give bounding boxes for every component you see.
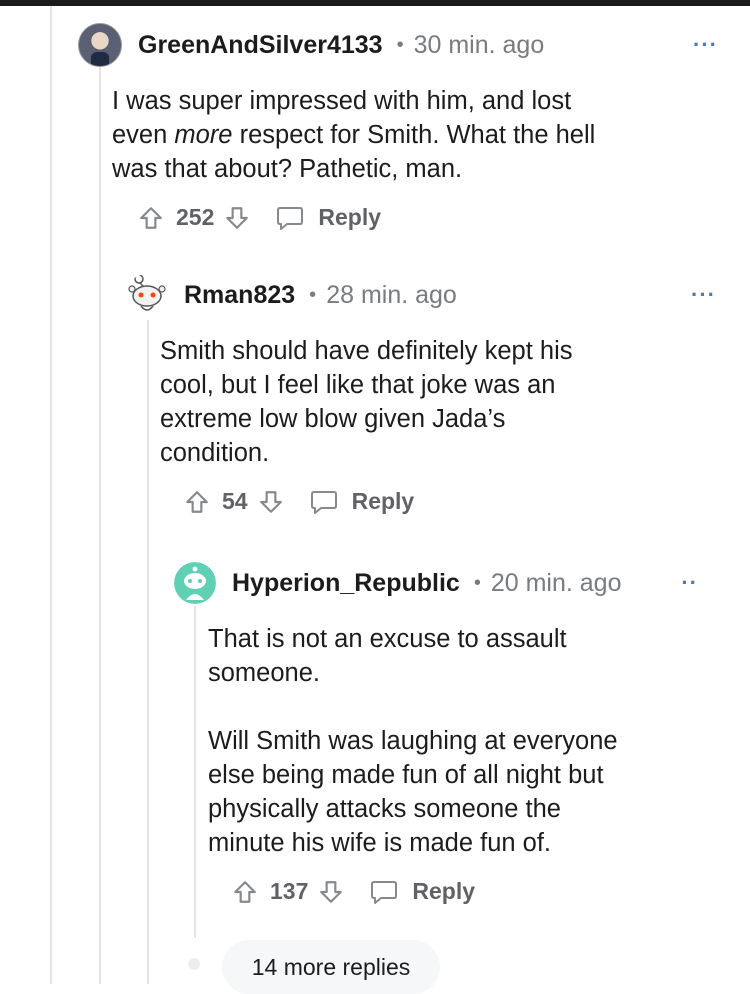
comment-body: Smith should have definitely kept his co… — [160, 337, 573, 467]
reply-label: Reply — [351, 488, 415, 514]
downvote-icon[interactable] — [224, 205, 250, 231]
comment-actions: 54 Reply — [126, 488, 716, 515]
thread-line-root[interactable] — [50, 6, 52, 984]
reply-button[interactable]: Reply — [310, 488, 415, 515]
comment-bubble-icon — [310, 490, 337, 514]
vote-count: 54 — [222, 488, 248, 514]
comment-body: I was super impressed with him, and lost… — [78, 84, 718, 186]
thread-dot — [188, 958, 200, 970]
user-avatar[interactable] — [78, 23, 122, 67]
separator-dot: • — [396, 33, 404, 56]
downvote-icon[interactable] — [258, 489, 284, 515]
timestamp: 30 min. ago — [413, 30, 545, 59]
snoo-avatar-icon[interactable] — [126, 274, 168, 316]
reply-label: Reply — [318, 204, 382, 230]
comment-bubble-icon — [277, 206, 304, 230]
username[interactable]: Hyperion_Republic — [232, 569, 460, 598]
vote-count: 252 — [176, 204, 215, 230]
more-replies-button[interactable]: 14 more replies — [222, 940, 440, 994]
more-options-icon[interactable]: ··· — [691, 282, 716, 308]
timestamp: 20 min. ago — [490, 568, 622, 597]
comment-greenandsilver4133: GreenAndSilver4133 • 30 min. ago ··· I w… — [78, 22, 718, 231]
comment-body: That is not an excuse to assault someone… — [208, 625, 618, 857]
top-bar — [0, 0, 750, 6]
comment-header: Hyperion_Republic • 20 min. ago ·· — [174, 560, 734, 606]
comment-bubble-icon — [371, 880, 398, 904]
username[interactable]: Rman823 — [184, 281, 295, 310]
snoo-avatar-icon[interactable] — [174, 562, 216, 604]
comment-rman823: Rman823 • 28 min. ago ··· Smith should h… — [126, 272, 716, 515]
separator-dot: • — [473, 571, 481, 594]
separator-dot: • — [309, 283, 317, 306]
username[interactable]: GreenAndSilver4133 — [138, 31, 383, 60]
comment-header: GreenAndSilver4133 • 30 min. ago ··· — [78, 22, 718, 68]
more-options-icon[interactable]: ··· — [693, 32, 718, 58]
comment-header: Rman823 • 28 min. ago ··· — [126, 272, 716, 318]
reply-button[interactable]: Reply — [370, 878, 475, 905]
downvote-icon[interactable] — [318, 879, 344, 905]
more-options-icon[interactable]: ·· — [681, 570, 698, 596]
timestamp: 28 min. ago — [326, 280, 457, 309]
comment-body-emphasis: more — [174, 121, 233, 149]
vote-count: 137 — [270, 878, 309, 904]
reply-label: Reply — [412, 878, 476, 904]
comment-actions: 252 Reply — [78, 204, 718, 231]
comment-hyperion-republic: Hyperion_Republic • 20 min. ago ·· That … — [174, 560, 734, 905]
upvote-icon[interactable] — [232, 879, 258, 905]
comment-actions: 137 Reply — [174, 878, 734, 905]
upvote-icon[interactable] — [138, 205, 164, 231]
reply-button[interactable]: Reply — [276, 204, 381, 231]
upvote-icon[interactable] — [184, 489, 210, 515]
